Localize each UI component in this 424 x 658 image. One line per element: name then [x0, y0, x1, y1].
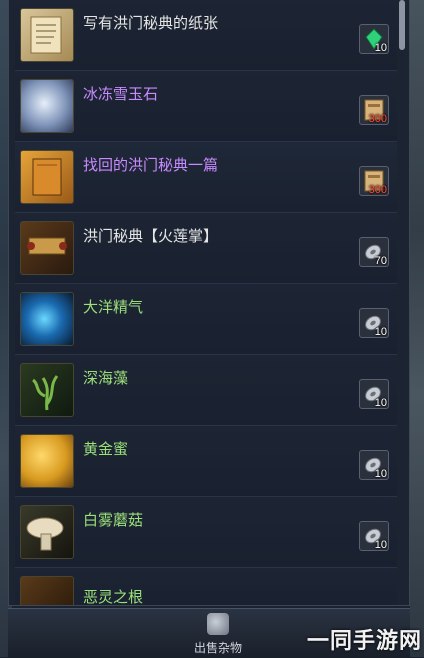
item-name: 深海藻 — [83, 369, 129, 387]
list-item[interactable]: 白雾蘑菇 10 — [15, 497, 397, 568]
ice-jade-icon — [20, 79, 74, 133]
golden-honey-icon — [20, 434, 74, 488]
fire-lotus-scroll-icon — [20, 221, 74, 275]
root-icon — [20, 576, 74, 605]
item-name: 恶灵之根 — [83, 588, 144, 606]
price-button[interactable]: 70 — [359, 237, 389, 267]
ocean-essence-icon — [20, 292, 74, 346]
price-count: 300 — [368, 184, 387, 196]
seaweed-icon — [20, 363, 74, 417]
sell-junk-button[interactable]: 出售杂物 — [186, 613, 250, 657]
shop-item-list: 写有洪门秘典的纸张 10 冰冻雪玉石 300 找回的洪门秘典一篇 300 洪门秘… — [8, 0, 410, 606]
price-button[interactable]: 10 — [359, 450, 389, 480]
item-name: 大洋精气 — [83, 298, 144, 316]
price-count: 10 — [374, 397, 387, 409]
item-name: 白雾蘑菇 — [83, 511, 144, 529]
sell-junk-label: 出售杂物 — [193, 641, 242, 655]
list-item[interactable]: 写有洪门秘典的纸张 10 — [15, 0, 397, 71]
item-name: 写有洪门秘典的纸张 — [83, 14, 219, 32]
list-item[interactable]: 黄金蜜 10 — [15, 426, 397, 497]
item-name: 冰冻雪玉石 — [83, 85, 159, 103]
list-item[interactable]: 恶灵之根 — [15, 568, 397, 606]
list-item[interactable]: 深海藻 10 — [15, 355, 397, 426]
secret-book-icon — [20, 150, 74, 204]
price-count: 10 — [374, 42, 387, 54]
list-item[interactable]: 找回的洪门秘典一篇 300 — [15, 142, 397, 213]
sell-bag-icon — [207, 613, 229, 635]
price-button[interactable]: 10 — [359, 379, 389, 409]
item-name: 洪门秘典【火莲掌】 — [83, 227, 219, 245]
paper-scroll-icon — [20, 8, 74, 62]
price-count: 300 — [368, 113, 387, 125]
list-item[interactable]: 洪门秘典【火莲掌】 70 — [15, 213, 397, 284]
price-button[interactable]: 300 — [359, 95, 389, 125]
background-right — [410, 0, 424, 657]
price-button[interactable]: 300 — [359, 166, 389, 196]
price-button[interactable]: 10 — [359, 24, 389, 54]
price-button[interactable]: 10 — [359, 308, 389, 338]
list-item[interactable]: 冰冻雪玉石 300 — [15, 71, 397, 142]
item-name: 找回的洪门秘典一篇 — [83, 156, 219, 174]
price-button[interactable]: 10 — [359, 521, 389, 551]
price-count: 10 — [374, 326, 387, 338]
price-count: 10 — [374, 539, 387, 551]
mushroom-icon — [20, 505, 74, 559]
scrollbar[interactable] — [399, 0, 405, 50]
price-count: 10 — [374, 468, 387, 480]
watermark-logo: 一同手游网 — [306, 629, 422, 654]
price-count: 70 — [374, 255, 387, 267]
list-item[interactable]: 大洋精气 10 — [15, 284, 397, 355]
item-name: 黄金蜜 — [83, 440, 129, 458]
